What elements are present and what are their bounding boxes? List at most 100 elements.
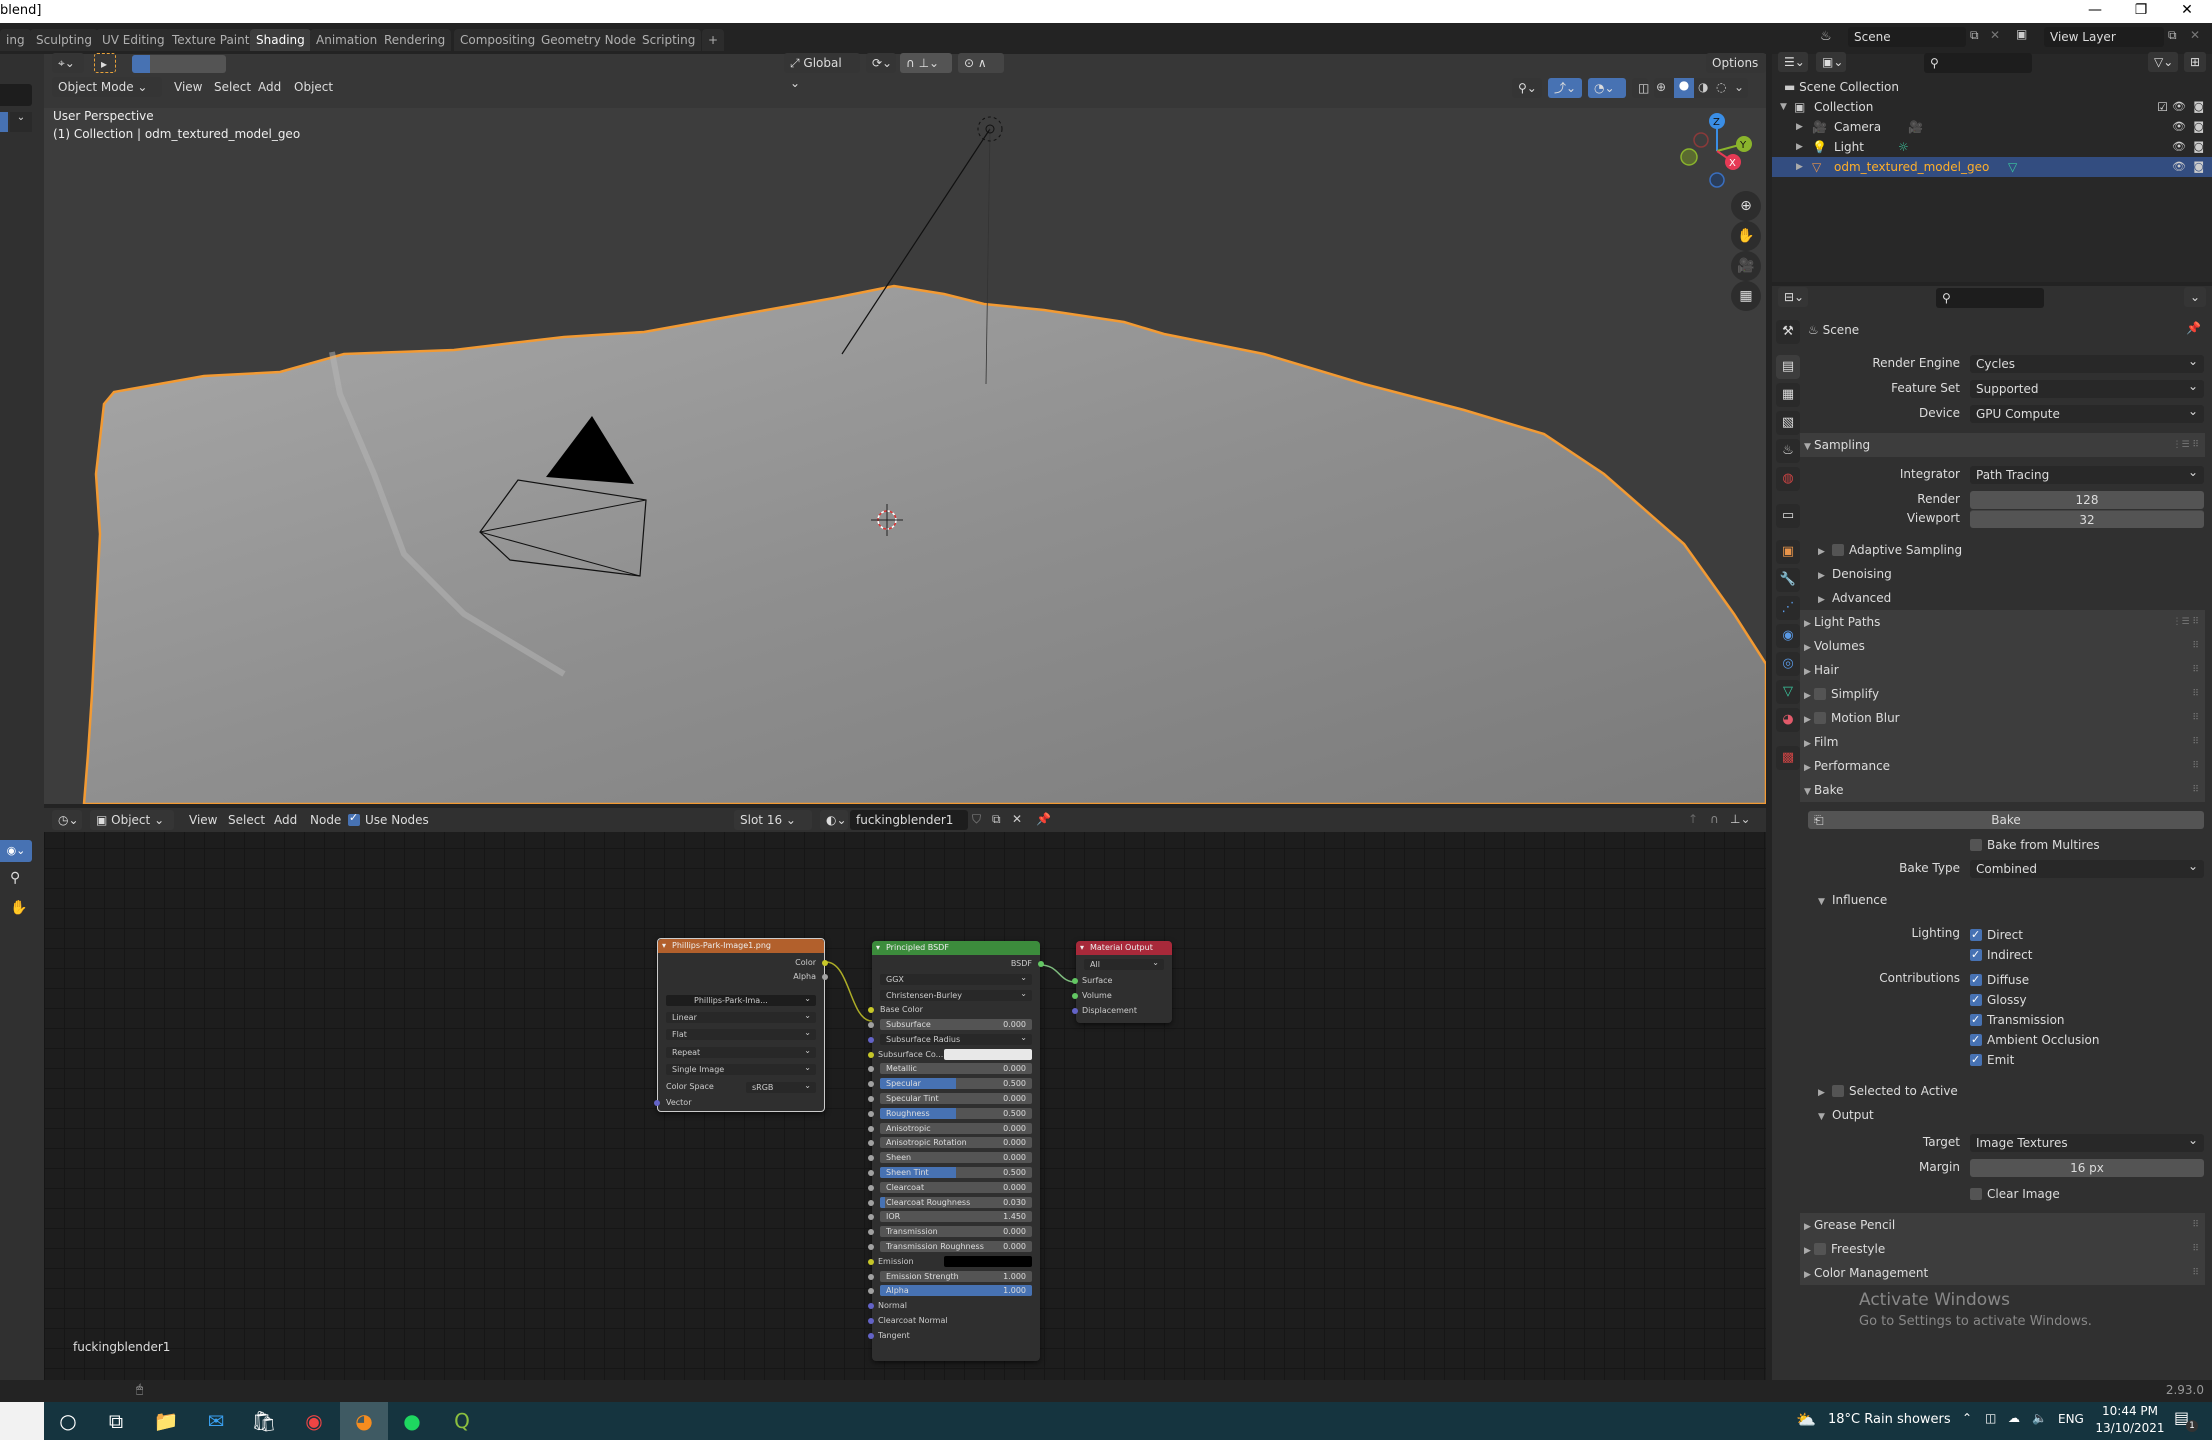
viewport-menu-add[interactable]: Add	[254, 77, 285, 97]
select-tool-icon[interactable]: ▸	[94, 53, 116, 73]
outliner-item-label[interactable]: Collection	[1814, 97, 1873, 117]
clock-date[interactable]: 13/10/2021	[2094, 1421, 2166, 1435]
panel-hair[interactable]: ▶ Hair ⠿	[1800, 658, 2205, 682]
gizmo-toggle-icon[interactable]: ⤴⌄	[1548, 78, 1582, 98]
expand-arrow-icon[interactable]: ▼	[1780, 97, 1787, 117]
panel-grip-icon[interactable]: ⠿	[2192, 658, 2199, 682]
visibility-eye-icon[interactable]: 👁	[2172, 97, 2186, 117]
workspace-tab-ing[interactable]: ing	[0, 29, 31, 51]
properties-tab-tool-icon[interactable]: ⚒	[1776, 320, 1800, 344]
properties-tab-physics-icon[interactable]: ◉	[1776, 624, 1800, 648]
proportional-edit-icon[interactable]: ⊙ ∧	[958, 53, 1004, 73]
specular-field[interactable]: Specular 0.500	[880, 1078, 1032, 1090]
outliner-item-label[interactable]: odm_textured_model_geo	[1834, 157, 1989, 177]
anisotropicsocket[interactable]	[868, 1125, 874, 1132]
minimize-button[interactable]: —	[2072, 0, 2118, 23]
alpha-output-socket[interactable]	[822, 974, 828, 980]
slot-dropdown[interactable]: Slot 16 ⌄	[734, 810, 812, 830]
sheensocket[interactable]	[868, 1155, 874, 1162]
task-view-icon[interactable]: ⧉	[92, 1402, 140, 1440]
transform-orientation-dropdown[interactable]: ⤢ Global ⌄	[784, 53, 860, 90]
node-menu-select[interactable]: Select	[224, 810, 269, 830]
volume-socket[interactable]	[1072, 993, 1078, 999]
subsurface-co-socket[interactable]	[868, 1051, 874, 1058]
mode-dropdown[interactable]: Object Mode ⌄	[52, 77, 162, 97]
image-node-header[interactable]: Phillips-Park-Image1.png	[658, 939, 824, 953]
panel-motion-blur[interactable]: ▶ Motion Blur ⠿	[1800, 706, 2205, 730]
panel-grip-icon[interactable]: ⋮☰ ⠿	[2172, 610, 2199, 634]
expand-arrow-icon[interactable]: ▶	[1796, 137, 1803, 157]
panel-grip-icon[interactable]: ⠿	[2192, 754, 2199, 778]
normal-socket[interactable]	[868, 1303, 874, 1310]
new-collection-icon[interactable]: ⊞	[2184, 52, 2206, 72]
glossy-checkbox[interactable]: Glossy	[1970, 991, 2027, 1009]
subpanel-advanced[interactable]: ▶ Advanced	[1800, 586, 2205, 610]
sheen-tint-field[interactable]: Sheen Tint 0.500	[880, 1167, 1032, 1178]
transmission-field[interactable]: Transmission 0.000	[880, 1226, 1032, 1238]
panel-grip-icon[interactable]: ⠿	[2192, 706, 2199, 730]
zoom-view-icon[interactable]: ⊕	[1731, 191, 1761, 221]
specular-tintsocket[interactable]	[868, 1096, 874, 1102]
outliner-editor-type-icon[interactable]: ☰⌄	[1778, 52, 1808, 72]
clearcoat-normal-socket[interactable]	[868, 1318, 874, 1324]
pin-icon[interactable]: 📌	[1036, 812, 1051, 826]
workspace-tab-animation[interactable]: Animation	[310, 29, 384, 51]
visibility-eye-icon[interactable]: 👁	[2172, 137, 2186, 157]
3d-viewport[interactable]	[44, 54, 1766, 804]
spotify-icon[interactable]: ●	[388, 1402, 436, 1440]
delete-scene-icon[interactable]: ✕	[1990, 28, 2000, 42]
subsurface-field[interactable]: Subsurface 0.000	[880, 1019, 1032, 1030]
bake-button[interactable]: ⎗ Bake	[1808, 811, 2204, 829]
surface-socket[interactable]	[1072, 978, 1078, 984]
workspace-tab-scripting[interactable]: Scripting	[636, 29, 702, 51]
visibility-icon[interactable]: ⚲⌄	[1512, 78, 1542, 98]
workspace-tab-texture-paint[interactable]: Texture Paint	[166, 29, 256, 51]
display-mode-icon[interactable]: ▣⌄	[1816, 52, 1846, 72]
snap-icon[interactable]: ∩ ⊥⌄	[900, 53, 952, 73]
workspace-tab-geometry-nodes[interactable]: Geometry Nodes	[535, 29, 649, 51]
file-explorer-icon[interactable]: 📁	[142, 1402, 190, 1440]
navigation-gizmo[interactable]: Z Y X	[1660, 100, 1780, 220]
clearcoat-field[interactable]: Clearcoat 0.000	[880, 1181, 1032, 1193]
subsurface-radius-dropdown[interactable]: Subsurface Radius	[880, 1032, 1032, 1045]
select-new-icon[interactable]	[132, 55, 150, 73]
node-editor-type-icon[interactable]: ◷⌄	[52, 810, 82, 830]
panel-volumes[interactable]: ▶ Volumes ⠿	[1800, 634, 2205, 658]
language-label[interactable]: ENG	[2058, 1412, 2084, 1426]
output-target-dropdown[interactable]: All	[1084, 957, 1164, 970]
show-hidden-icons[interactable]: ⌃	[1962, 1411, 1972, 1425]
xray-icon[interactable]: ◫	[1632, 78, 1649, 98]
subsurface-radiussocket[interactable]	[868, 1036, 874, 1043]
interpolation-dropdown[interactable]: Linear	[666, 1010, 816, 1023]
properties-options-icon[interactable]: ⌄	[2184, 287, 2206, 307]
specularsocket[interactable]	[868, 1081, 874, 1088]
view-layer-selector[interactable]: View Layer	[2044, 27, 2164, 47]
wireframe-shading-icon[interactable]: ⊕	[1656, 80, 1666, 94]
transmissionsocket[interactable]	[868, 1229, 874, 1236]
shading-mode-group[interactable]: ⊕ ● ◑ ◌ ⌄	[1654, 78, 1748, 98]
workspace-tab-uv-editing[interactable]: UV Editing	[96, 29, 171, 51]
weather-label[interactable]: 18°C Rain showers	[1828, 1412, 1951, 1427]
clearcoat-roughnesssocket[interactable]	[868, 1199, 874, 1206]
output-node-header[interactable]: Material Output	[1076, 941, 1172, 955]
mail-icon[interactable]: ✉	[192, 1402, 240, 1440]
properties-tab-particles-icon[interactable]: ⋰	[1776, 596, 1800, 620]
side-toggle[interactable]	[0, 112, 8, 132]
material-browse-icon[interactable]: ◐⌄	[820, 810, 848, 830]
properties-tab-texture-icon[interactable]: ▩	[1776, 746, 1800, 770]
viewport-menu-select[interactable]: Select	[210, 77, 255, 97]
panel-color-management[interactable]: ▶ Color Management ⠿	[1800, 1261, 2205, 1285]
displacement-socket[interactable]	[1072, 1008, 1078, 1014]
outliner-item-label[interactable]: Camera	[1834, 117, 1881, 137]
margin-field[interactable]: 16 px	[1970, 1159, 2204, 1177]
emissionsocket[interactable]	[868, 1258, 874, 1265]
properties-tab-object-data-icon[interactable]: ▽	[1776, 680, 1800, 704]
emission-strengthsocket[interactable]	[868, 1273, 874, 1280]
taskbar-search-box[interactable]	[0, 1402, 44, 1440]
motion-blur-checkbox[interactable]	[1814, 712, 1826, 724]
sheen-field[interactable]: Sheen 0.000	[880, 1152, 1032, 1164]
roughnesssocket[interactable]	[868, 1110, 874, 1117]
data-icon[interactable]: ▽	[2008, 157, 2017, 177]
panel-simplify[interactable]: ▶ Simplify ⠿	[1800, 682, 2205, 706]
subsurface-method-dropdown[interactable]: Christensen-Burley	[880, 988, 1032, 1001]
